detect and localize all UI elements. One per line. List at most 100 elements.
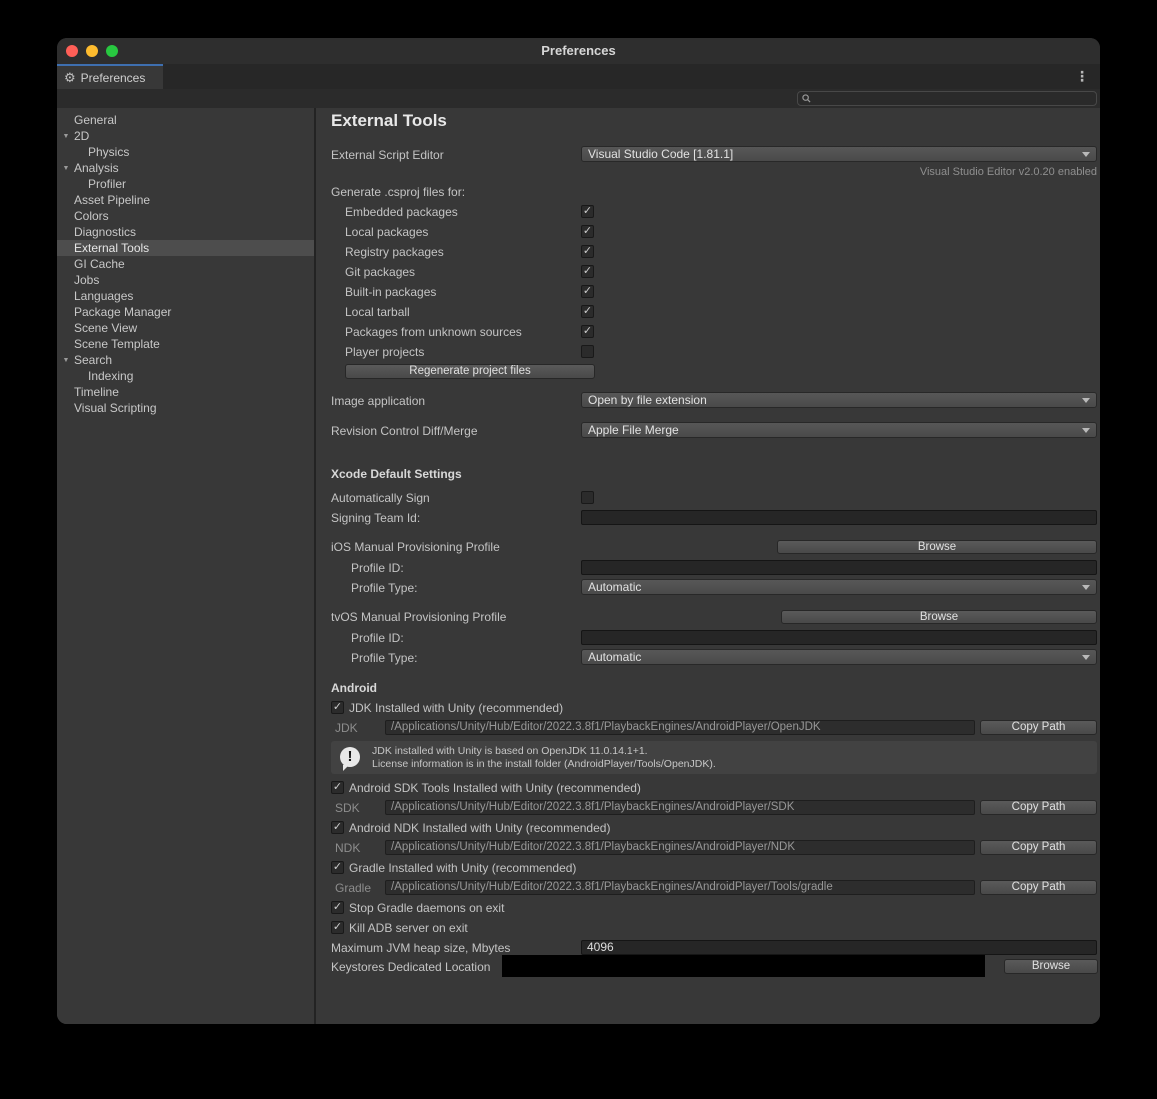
preferences-window: Preferences ⚙ Preferences ⋮ General ▼ 2D … bbox=[57, 38, 1100, 1024]
search-box[interactable] bbox=[797, 91, 1097, 106]
title-bar[interactable]: Preferences bbox=[57, 38, 1100, 64]
search-input[interactable] bbox=[814, 91, 1088, 106]
external-tools-panel: External Tools External Script Editor Vi… bbox=[316, 108, 1100, 1024]
external-script-editor-dropdown[interactable]: Visual Studio Code [1.81.1] bbox=[581, 146, 1097, 162]
gradle-installed-checkbox[interactable]: ✓ bbox=[331, 861, 344, 874]
external-script-editor-label: External Script Editor bbox=[331, 148, 444, 162]
kill-adb-server-checkbox[interactable]: ✓ bbox=[331, 921, 344, 934]
sidebar-item-diagnostics[interactable]: Diagnostics bbox=[57, 224, 314, 240]
packages-unknown-sources-label: Packages from unknown sources bbox=[345, 325, 522, 339]
sidebar-item-gi-cache[interactable]: GI Cache bbox=[57, 256, 314, 272]
player-projects-checkbox[interactable] bbox=[581, 345, 594, 358]
stop-gradle-daemons-label: Stop Gradle daemons on exit bbox=[349, 901, 505, 915]
tvos-profile-id-field[interactable] bbox=[581, 630, 1097, 645]
check-icon: ✓ bbox=[332, 821, 343, 833]
registry-packages-checkbox[interactable]: ✓ bbox=[581, 245, 594, 258]
tvos-profile-type-label: Profile Type: bbox=[351, 651, 418, 665]
jdk-path-label: JDK bbox=[335, 721, 358, 735]
check-icon: ✓ bbox=[332, 861, 343, 873]
built-in-packages-checkbox[interactable]: ✓ bbox=[581, 285, 594, 298]
stop-gradle-daemons-checkbox[interactable]: ✓ bbox=[331, 901, 344, 914]
jdk-info-line1: JDK installed with Unity is based on Ope… bbox=[372, 745, 648, 757]
check-icon: ✓ bbox=[332, 701, 343, 713]
ndk-installed-checkbox[interactable]: ✓ bbox=[331, 821, 344, 834]
image-application-dropdown[interactable]: Open by file extension bbox=[581, 392, 1097, 408]
sidebar-item-physics[interactable]: Physics bbox=[57, 144, 314, 160]
sdk-copy-path-button[interactable]: Copy Path bbox=[980, 800, 1097, 815]
jdk-info-box: ! JDK installed with Unity is based on O… bbox=[331, 741, 1097, 774]
jdk-installed-label: JDK Installed with Unity (recommended) bbox=[349, 701, 564, 715]
sidebar-item-general[interactable]: General bbox=[57, 112, 314, 128]
tab-preferences[interactable]: ⚙ Preferences bbox=[57, 64, 163, 89]
ios-browse-button[interactable]: Browse bbox=[777, 540, 1097, 554]
page-title: External Tools bbox=[331, 111, 447, 130]
chevron-down-icon[interactable]: ▼ bbox=[61, 161, 71, 177]
gradle-copy-path-button[interactable]: Copy Path bbox=[980, 880, 1097, 895]
automatically-sign-checkbox[interactable] bbox=[581, 491, 594, 504]
chevron-down-icon[interactable]: ▼ bbox=[61, 129, 71, 145]
jdk-installed-checkbox[interactable]: ✓ bbox=[331, 701, 344, 714]
jdk-copy-path-button[interactable]: Copy Path bbox=[980, 720, 1097, 735]
gear-icon: ⚙ bbox=[64, 70, 76, 85]
ios-profile-type-label: Profile Type: bbox=[351, 581, 418, 595]
sidebar-item-package-manager[interactable]: Package Manager bbox=[57, 304, 314, 320]
sidebar-item-analysis[interactable]: ▼ Analysis bbox=[57, 160, 314, 176]
sidebar-item-2d[interactable]: ▼ 2D bbox=[57, 128, 314, 144]
packages-unknown-sources-checkbox[interactable]: ✓ bbox=[581, 325, 594, 338]
sidebar-item-visual-scripting[interactable]: Visual Scripting bbox=[57, 400, 314, 416]
check-icon: ✓ bbox=[332, 901, 343, 913]
tab-label: Preferences bbox=[80, 70, 146, 85]
ios-profile-type-dropdown[interactable]: Automatic bbox=[581, 579, 1097, 595]
sidebar-item-asset-pipeline[interactable]: Asset Pipeline bbox=[57, 192, 314, 208]
keystores-browse-button[interactable]: Browse bbox=[1004, 959, 1098, 974]
keystores-location-field[interactable] bbox=[502, 955, 985, 977]
sidebar-item-timeline[interactable]: Timeline bbox=[57, 384, 314, 400]
check-icon: ✓ bbox=[582, 305, 593, 317]
signing-team-id-field[interactable] bbox=[581, 510, 1097, 525]
ios-profile-id-label: Profile ID: bbox=[351, 561, 404, 575]
regenerate-project-files-button[interactable]: Regenerate project files bbox=[345, 364, 595, 379]
tvos-browse-button[interactable]: Browse bbox=[781, 610, 1097, 624]
sidebar-item-colors[interactable]: Colors bbox=[57, 208, 314, 224]
tvos-profile-type-dropdown[interactable]: Automatic bbox=[581, 649, 1097, 665]
chevron-down-icon[interactable]: ▼ bbox=[61, 353, 71, 369]
embedded-packages-checkbox[interactable]: ✓ bbox=[581, 205, 594, 218]
sidebar-item-indexing[interactable]: Indexing bbox=[57, 368, 314, 384]
kebab-menu-icon[interactable]: ⋮ bbox=[1075, 66, 1089, 87]
player-projects-label: Player projects bbox=[345, 345, 425, 359]
ios-provisioning-label: iOS Manual Provisioning Profile bbox=[331, 540, 500, 554]
git-packages-checkbox[interactable]: ✓ bbox=[581, 265, 594, 278]
sidebar-item-profiler[interactable]: Profiler bbox=[57, 176, 314, 192]
sidebar-item-search[interactable]: ▼ Search bbox=[57, 352, 314, 368]
sidebar: General ▼ 2D Physics ▼ Analysis Profiler A… bbox=[57, 108, 316, 1024]
local-tarball-label: Local tarball bbox=[345, 305, 410, 319]
check-icon: ✓ bbox=[582, 265, 593, 277]
ndk-path-field: /Applications/Unity/Hub/Editor/2022.3.8f… bbox=[385, 840, 975, 855]
tvos-profile-id-label: Profile ID: bbox=[351, 631, 404, 645]
vs-editor-version-note: Visual Studio Editor v2.0.20 enabled bbox=[919, 166, 1097, 178]
sidebar-item-external-tools[interactable]: External Tools bbox=[57, 240, 314, 256]
kill-adb-server-label: Kill ADB server on exit bbox=[349, 921, 468, 935]
embedded-packages-label: Embedded packages bbox=[345, 205, 458, 219]
automatically-sign-label: Automatically Sign bbox=[331, 491, 430, 505]
preferences-body: General ▼ 2D Physics ▼ Analysis Profiler A… bbox=[57, 108, 1100, 1024]
ios-profile-id-field[interactable] bbox=[581, 560, 1097, 575]
warning-icon: ! bbox=[340, 747, 360, 771]
check-icon: ✓ bbox=[582, 205, 593, 217]
sidebar-item-scene-template[interactable]: Scene Template bbox=[57, 336, 314, 352]
generate-csproj-label: Generate .csproj files for: bbox=[331, 185, 466, 199]
ndk-path-label: NDK bbox=[335, 841, 361, 855]
ndk-copy-path-button[interactable]: Copy Path bbox=[980, 840, 1097, 855]
revision-control-dropdown[interactable]: Apple File Merge bbox=[581, 422, 1097, 438]
sidebar-item-languages[interactable]: Languages bbox=[57, 288, 314, 304]
gradle-path-label: Gradle bbox=[335, 881, 372, 895]
sdk-installed-checkbox[interactable]: ✓ bbox=[331, 781, 344, 794]
max-jvm-heap-field[interactable]: 4096 bbox=[581, 940, 1097, 955]
local-packages-checkbox[interactable]: ✓ bbox=[581, 225, 594, 238]
xcode-settings-title: Xcode Default Settings bbox=[331, 467, 462, 481]
image-application-label: Image application bbox=[331, 394, 426, 408]
sdk-installed-label: Android SDK Tools Installed with Unity (… bbox=[349, 781, 641, 795]
local-tarball-checkbox[interactable]: ✓ bbox=[581, 305, 594, 318]
sidebar-item-scene-view[interactable]: Scene View bbox=[57, 320, 314, 336]
sidebar-item-jobs[interactable]: Jobs bbox=[57, 272, 314, 288]
